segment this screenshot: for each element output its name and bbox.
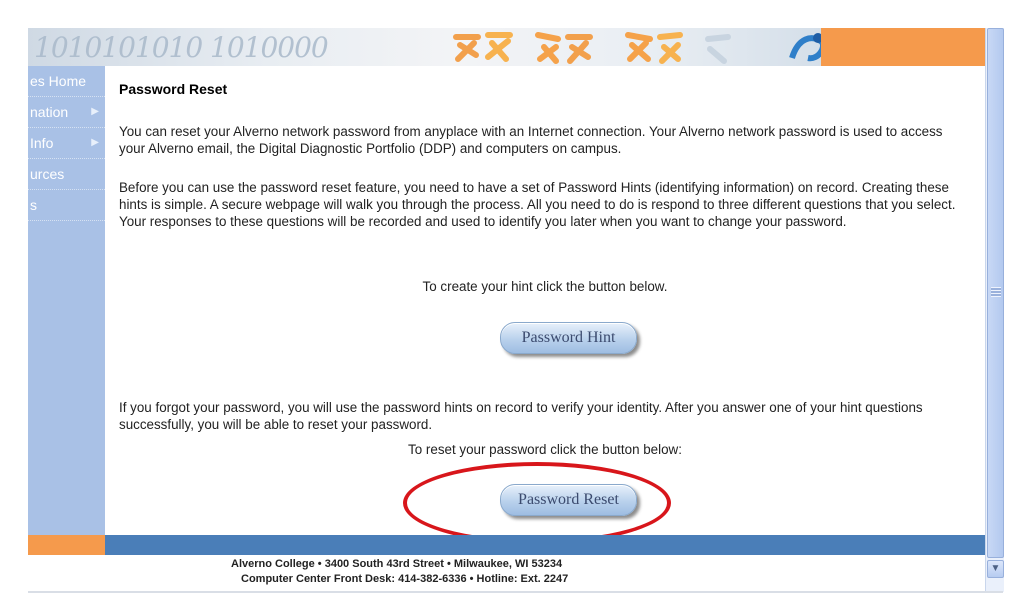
password-reset-button[interactable]: Password Reset: [500, 484, 637, 516]
footer-blue-bar: [105, 535, 985, 555]
horizontal-scroll-edge: [28, 591, 1003, 593]
nav-item-label: es Home: [30, 73, 87, 89]
header-banner: 1010101010 1010000: [28, 28, 985, 66]
reset-prompt: To reset your password click the button …: [408, 442, 682, 457]
nav-item-label: s: [30, 197, 37, 213]
nav-item-resources[interactable]: urces: [28, 159, 105, 190]
page-frame: 1010101010 1010000 es Home nation ▶ Info…: [28, 28, 985, 592]
nav-item-label: Info: [30, 135, 54, 151]
nav-item-info[interactable]: Info ▶: [28, 128, 105, 159]
forgot-info-paragraph: If you forgot your password, you will us…: [119, 400, 923, 432]
scrollbar-grip-icon: [991, 287, 1001, 297]
nav-item-information[interactable]: nation ▶: [28, 97, 105, 128]
footer-contact: Computer Center Front Desk: 414-382-6336…: [241, 573, 569, 585]
banner-orange-block: [821, 28, 985, 66]
password-hint-button[interactable]: Password Hint: [500, 322, 637, 354]
nav-item-label: nation: [30, 104, 69, 120]
nav-item-home[interactable]: es Home: [28, 66, 105, 97]
banner-decorative-glyphs: [453, 32, 731, 64]
footer-address: Alverno College • 3400 South 43rd Street…: [231, 558, 563, 570]
scroll-down-arrow-icon[interactable]: ▼: [987, 560, 1004, 578]
hint-prompt: To create your hint click the button bel…: [422, 279, 668, 294]
chevron-right-icon: ▶: [91, 137, 99, 148]
hints-info-paragraph: Before you can use the password reset fe…: [119, 180, 956, 229]
scrollbar-thumb[interactable]: [987, 28, 1004, 558]
left-navigation: es Home nation ▶ Info ▶ urces s: [28, 66, 105, 535]
banner-binary-digits: 1010101010 1010000: [34, 31, 329, 64]
main-content: Password Reset You can reset your Alvern…: [105, 66, 985, 544]
footer-orange-bar: [28, 535, 105, 555]
chevron-right-icon: ▶: [91, 106, 99, 117]
nav-item-label: urces: [30, 166, 65, 182]
nav-item-links[interactable]: s: [28, 190, 105, 221]
intro-paragraph: You can reset your Alverno network passw…: [119, 124, 943, 156]
vertical-scrollbar[interactable]: ▼: [985, 28, 1004, 592]
page-title: Password Reset: [119, 81, 228, 97]
